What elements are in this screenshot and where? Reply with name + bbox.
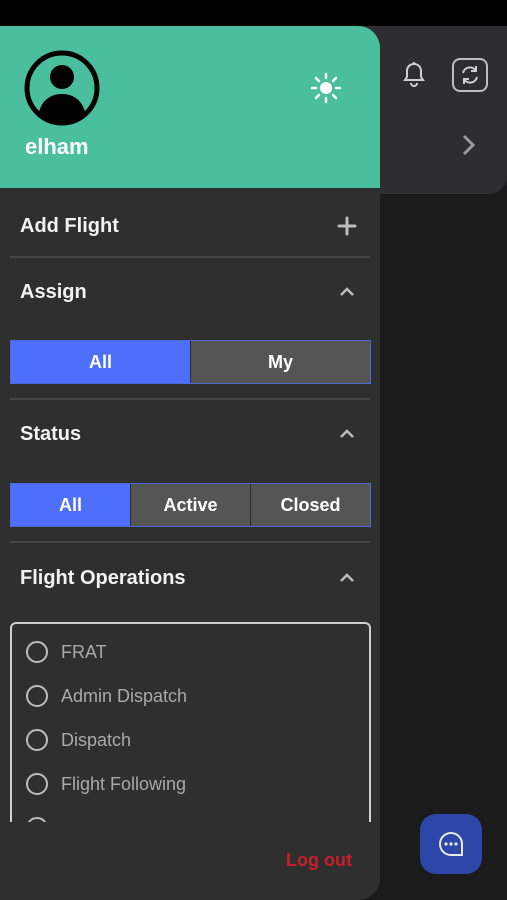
chevron-up-icon[interactable] [334,279,360,305]
chevron-up-icon[interactable] [334,565,360,591]
drawer-header: elham [0,26,380,188]
list-item-label: FRAT [61,641,107,662]
list-item-label: Flight Following [61,773,187,794]
radio-button[interactable] [26,773,48,795]
plus-icon[interactable] [334,213,360,239]
add-flight-label: Add Flight [20,214,119,237]
chat-button[interactable] [420,814,482,874]
username: elham [25,134,89,159]
assign-all-button[interactable]: All [11,341,190,383]
status-segmented-control: All Active Closed [10,483,371,527]
flight-operations-list[interactable]: FRAT Admin Dispatch Dispatch Flight Foll… [10,622,371,822]
background-toolbar [360,26,507,194]
list-item-label: Dispatch [61,729,132,750]
logout-button[interactable]: Log out [286,850,352,871]
chevron-up-icon[interactable] [334,421,360,447]
navigation-drawer: elham Add Flight Assign All My Status Al… [0,26,380,900]
list-item[interactable]: Flight Following [26,769,186,799]
list-item[interactable]: FRAT [26,637,107,667]
list-item[interactable]: Dispatch [26,725,131,755]
radio-button[interactable] [26,685,48,707]
sun-icon[interactable] [310,72,342,104]
status-all-button[interactable]: All [11,484,130,526]
flight-operations-header[interactable]: Flight Operations [10,556,370,600]
add-flight-row[interactable]: Add Flight [10,204,370,248]
radio-button[interactable] [26,641,48,663]
chat-icon [439,831,463,856]
assign-segmented-control: All My [10,340,371,384]
divider [10,398,370,400]
list-item[interactable] [26,813,61,822]
assign-my-button[interactable]: My [190,341,370,383]
bell-icon[interactable] [398,58,430,92]
radio-button[interactable] [26,817,48,822]
status-label: Status [20,422,82,445]
flight-operations-label: Flight Operations [20,566,186,589]
divider [10,256,370,258]
list-item-label: Admin Dispatch [61,685,188,706]
divider [10,541,370,543]
status-header[interactable]: Status [10,412,370,456]
list-item[interactable]: Admin Dispatch [26,681,187,711]
status-active-button[interactable]: Active [130,484,250,526]
status-bar [0,0,507,26]
assign-label: Assign [20,280,87,303]
user-avatar-icon[interactable] [24,50,100,126]
radio-button[interactable] [26,729,48,751]
refresh-icon[interactable] [452,58,488,92]
chevron-right-icon[interactable] [454,130,482,160]
status-closed-button[interactable]: Closed [250,484,370,526]
assign-header[interactable]: Assign [10,270,370,314]
